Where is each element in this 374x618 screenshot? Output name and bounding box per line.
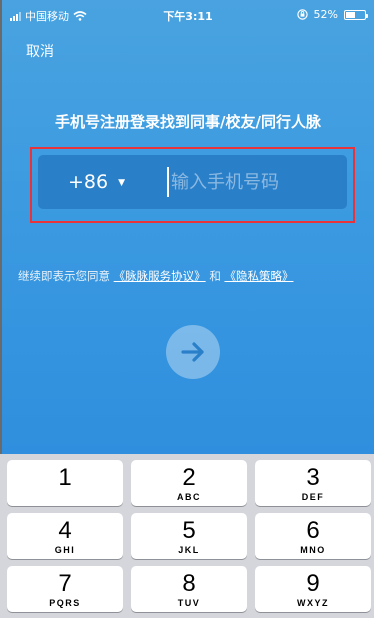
key-6[interactable]: 6 MNO [255,513,371,559]
key-digit: 8 [182,570,196,597]
key-4[interactable]: 4 GHI [7,513,123,559]
caret-down-icon: ▼ [118,178,126,188]
key-letters: GHI [54,545,76,555]
key-letters: WXYZ [297,598,329,608]
key-digit: 7 [58,570,72,597]
key-letters: ABC [177,492,201,502]
key-7[interactable]: 7 PQRS [7,566,123,612]
arrow-right-icon [181,342,204,362]
service-agreement-link[interactable]: 《脉脉服务协议》 [114,269,206,283]
key-digit: 2 [182,464,196,491]
key-letters: JKL [178,545,200,555]
phone-number-input[interactable] [167,167,347,197]
key-digit: 9 [306,570,320,597]
country-code-value: +86 [68,171,109,193]
key-3[interactable]: 3 DEF [255,460,371,506]
key-2[interactable]: 2 ABC [131,460,247,506]
orientation-lock-icon [296,9,308,20]
login-screen: 中国移动 下午3:11 52% 取消 手机号注册登录找到同事/校友/同行人脉 +… [0,0,374,454]
key-8[interactable]: 8 TUV [131,566,247,612]
key-digit: 3 [306,464,320,491]
key-letters: TUV [177,598,201,608]
key-digit: 5 [182,517,196,544]
key-digit: 4 [58,517,72,544]
privacy-policy-link[interactable]: 《隐私策略》 [224,269,293,283]
key-9[interactable]: 9 WXYZ [255,566,371,612]
key-letters: MNO [300,545,326,555]
page-title: 手机号注册登录找到同事/校友/同行人脉 [55,113,321,131]
agreement-prefix: 继续即表示您同意 [18,269,110,283]
next-button[interactable] [166,325,220,379]
agreement-conjunction: 和 [209,269,221,283]
status-right: 52% [296,8,368,21]
agreement-text: 继续即表示您同意 《脉脉服务协议》 和 《隐私策略》 [18,268,293,284]
cancel-button[interactable]: 取消 [26,41,54,61]
key-digit: 6 [306,517,320,544]
key-digit: 1 [58,464,72,491]
battery-percent: 52% [313,8,338,21]
key-letters: DEF [301,492,325,502]
key-letters: PQRS [49,598,81,608]
status-bar: 中国移动 下午3:11 52% [2,0,374,28]
battery-icon [344,9,368,20]
country-code-selector[interactable]: +86 ▼ [68,171,137,193]
key-1[interactable]: 1 [7,460,123,506]
phone-input-box: +86 ▼ [38,155,347,209]
key-5[interactable]: 5 JKL [131,513,247,559]
numeric-keypad: 1 2 ABC 3 DEF 4 GHI 5 JKL 6 MNO 7 PQRS 8 TUV 9W… [0,454,374,618]
